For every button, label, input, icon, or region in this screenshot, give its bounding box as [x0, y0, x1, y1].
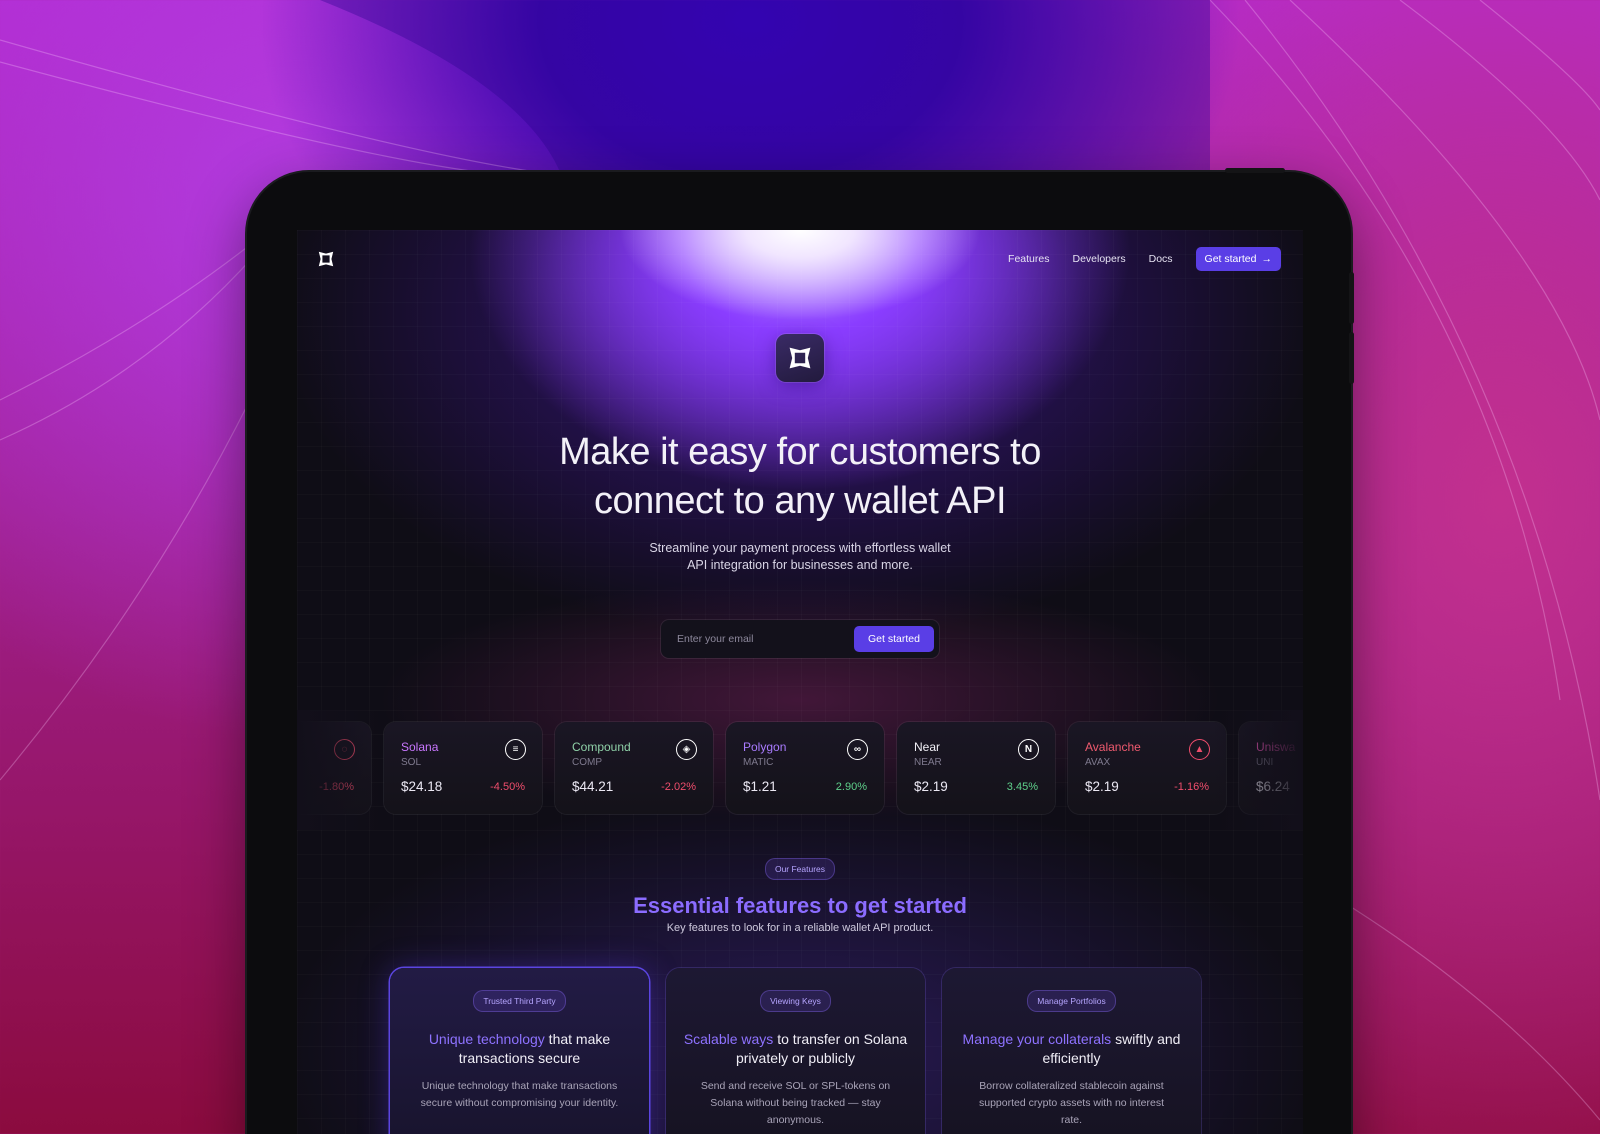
ticker-card[interactable]: Avalanche AVAX $2.19 -1.16% ▲ [1068, 722, 1226, 814]
email-get-started-button[interactable]: Get started [854, 626, 934, 652]
feature-card[interactable]: Manage Portfolios Manage your collateral… [942, 968, 1201, 1134]
feature-card-description: Unique technology that make transactions… [420, 1080, 619, 1109]
features-subtitle: Key features to look for in a reliable w… [666, 922, 934, 934]
hero-subtitle-line: Streamline your payment process with eff… [649, 541, 951, 555]
ticker-symbol: NEAR [914, 757, 942, 768]
email-input[interactable] [669, 626, 845, 652]
hero-subtitle-line: API integration for businesses and more. [687, 558, 913, 572]
features-badge: Our Features [764, 858, 836, 880]
ticker-price: $1.21 [743, 779, 777, 794]
ticker-change: -1.16% [1174, 781, 1209, 793]
ticker-change: 3.45% [1006, 781, 1038, 793]
hero-title: Make it easy for customers to connect to… [297, 428, 1303, 526]
ticker-card[interactable]: Solana SOL $24.18 -4.50% ≡ [384, 722, 542, 814]
feature-card-badge: Viewing Keys [760, 990, 831, 1012]
ticker-fade-left [297, 710, 387, 830]
nav-link-features[interactable]: Features [1008, 253, 1049, 265]
ticker-price: $44.21 [572, 779, 614, 794]
crypto-ticker: -1.80%◌SolanaSOL$24.18-4.50%≡CompoundCOM… [297, 722, 1303, 814]
ticker-name: Solana [401, 740, 439, 754]
ticker-change: 2.90% [835, 781, 867, 793]
ticker-symbol: MATIC [743, 757, 774, 768]
brand-logo-icon [789, 347, 811, 369]
ticker-name: Compound [572, 740, 631, 754]
tablet-top-button [1225, 168, 1285, 173]
feature-card-title: Unique technology that make transactions… [390, 1030, 649, 1068]
nav-get-started-label: Get started [1204, 253, 1257, 265]
feature-card-title-highlight: Scalable ways [683, 1031, 774, 1047]
nav-get-started-button[interactable]: Get started → [1195, 247, 1281, 271]
features-badge-wrap: Our Features [297, 858, 1303, 880]
feature-card-title: Manage your collaterals swiftly and effi… [942, 1030, 1201, 1068]
feature-card-title-highlight: Unique technology [428, 1031, 545, 1047]
nav-link-docs[interactable]: Docs [1149, 253, 1173, 265]
arrow-right-icon: → [1261, 253, 1273, 265]
feature-card-title-highlight: Manage your collaterals [962, 1031, 1112, 1047]
near-icon: N [1018, 739, 1039, 760]
ticker-name: Avalanche [1085, 740, 1141, 754]
feature-card-description: Borrow collateralized stablecoin against… [978, 1080, 1164, 1126]
ticker-fade-right [1213, 710, 1303, 830]
ticker-name: Near [914, 740, 941, 754]
feature-card-title: Scalable ways to transfer on Solana priv… [666, 1030, 925, 1068]
email-signup-form: Get started [661, 620, 939, 658]
ticker-price: $2.19 [914, 779, 948, 794]
tablet-side-button [1349, 332, 1354, 384]
feature-card-badge: Trusted Third Party [473, 990, 566, 1012]
nav-links: Features Developers Docs Get started → [1008, 247, 1281, 271]
hero-subtitle: Streamline your payment process with eff… [297, 540, 1303, 574]
ticker-name: Polygon [743, 740, 787, 754]
feature-card[interactable]: Trusted Third Party Unique technology th… [390, 968, 649, 1134]
polygon-icon: ∞ [847, 739, 868, 760]
hero-title-line: connect to any wallet API [593, 480, 1007, 522]
hero-title-line: Make it easy for customers to [559, 431, 1041, 473]
ticker-change: -4.50% [490, 781, 525, 793]
top-nav: Features Developers Docs Get started → [297, 230, 1303, 290]
features-title: Essential features to get started [633, 893, 967, 918]
ticker-price: $24.18 [401, 779, 443, 794]
feature-card[interactable]: Viewing Keys Scalable ways to transfer o… [666, 968, 925, 1134]
ticker-symbol: SOL [401, 757, 422, 768]
feature-card-description: Send and receive SOL or SPL-tokens on So… [700, 1080, 891, 1126]
compound-icon: ◈ [676, 739, 697, 760]
hero-logo [776, 334, 824, 382]
ticker-card[interactable]: Polygon MATIC $1.21 2.90% ∞ [726, 722, 884, 814]
ticker-card[interactable]: Compound COMP $44.21 -2.02% ◈ [555, 722, 713, 814]
ticker-change: -2.02% [661, 781, 696, 793]
avalanche-icon: ▲ [1189, 739, 1210, 760]
brand-logo-icon[interactable] [317, 250, 335, 268]
feature-card-badge: Manage Portfolios [1027, 990, 1116, 1012]
ticker-symbol: COMP [572, 757, 602, 768]
ticker-symbol: AVAX [1085, 757, 1111, 768]
ticker-card[interactable]: Near NEAR $2.19 3.45% N [897, 722, 1055, 814]
nav-link-developers[interactable]: Developers [1072, 253, 1125, 265]
ticker-price: $2.19 [1085, 779, 1119, 794]
solana-icon: ≡ [505, 739, 526, 760]
website-screen: Features Developers Docs Get started → M… [297, 230, 1303, 1134]
tablet-side-button [1349, 272, 1354, 324]
